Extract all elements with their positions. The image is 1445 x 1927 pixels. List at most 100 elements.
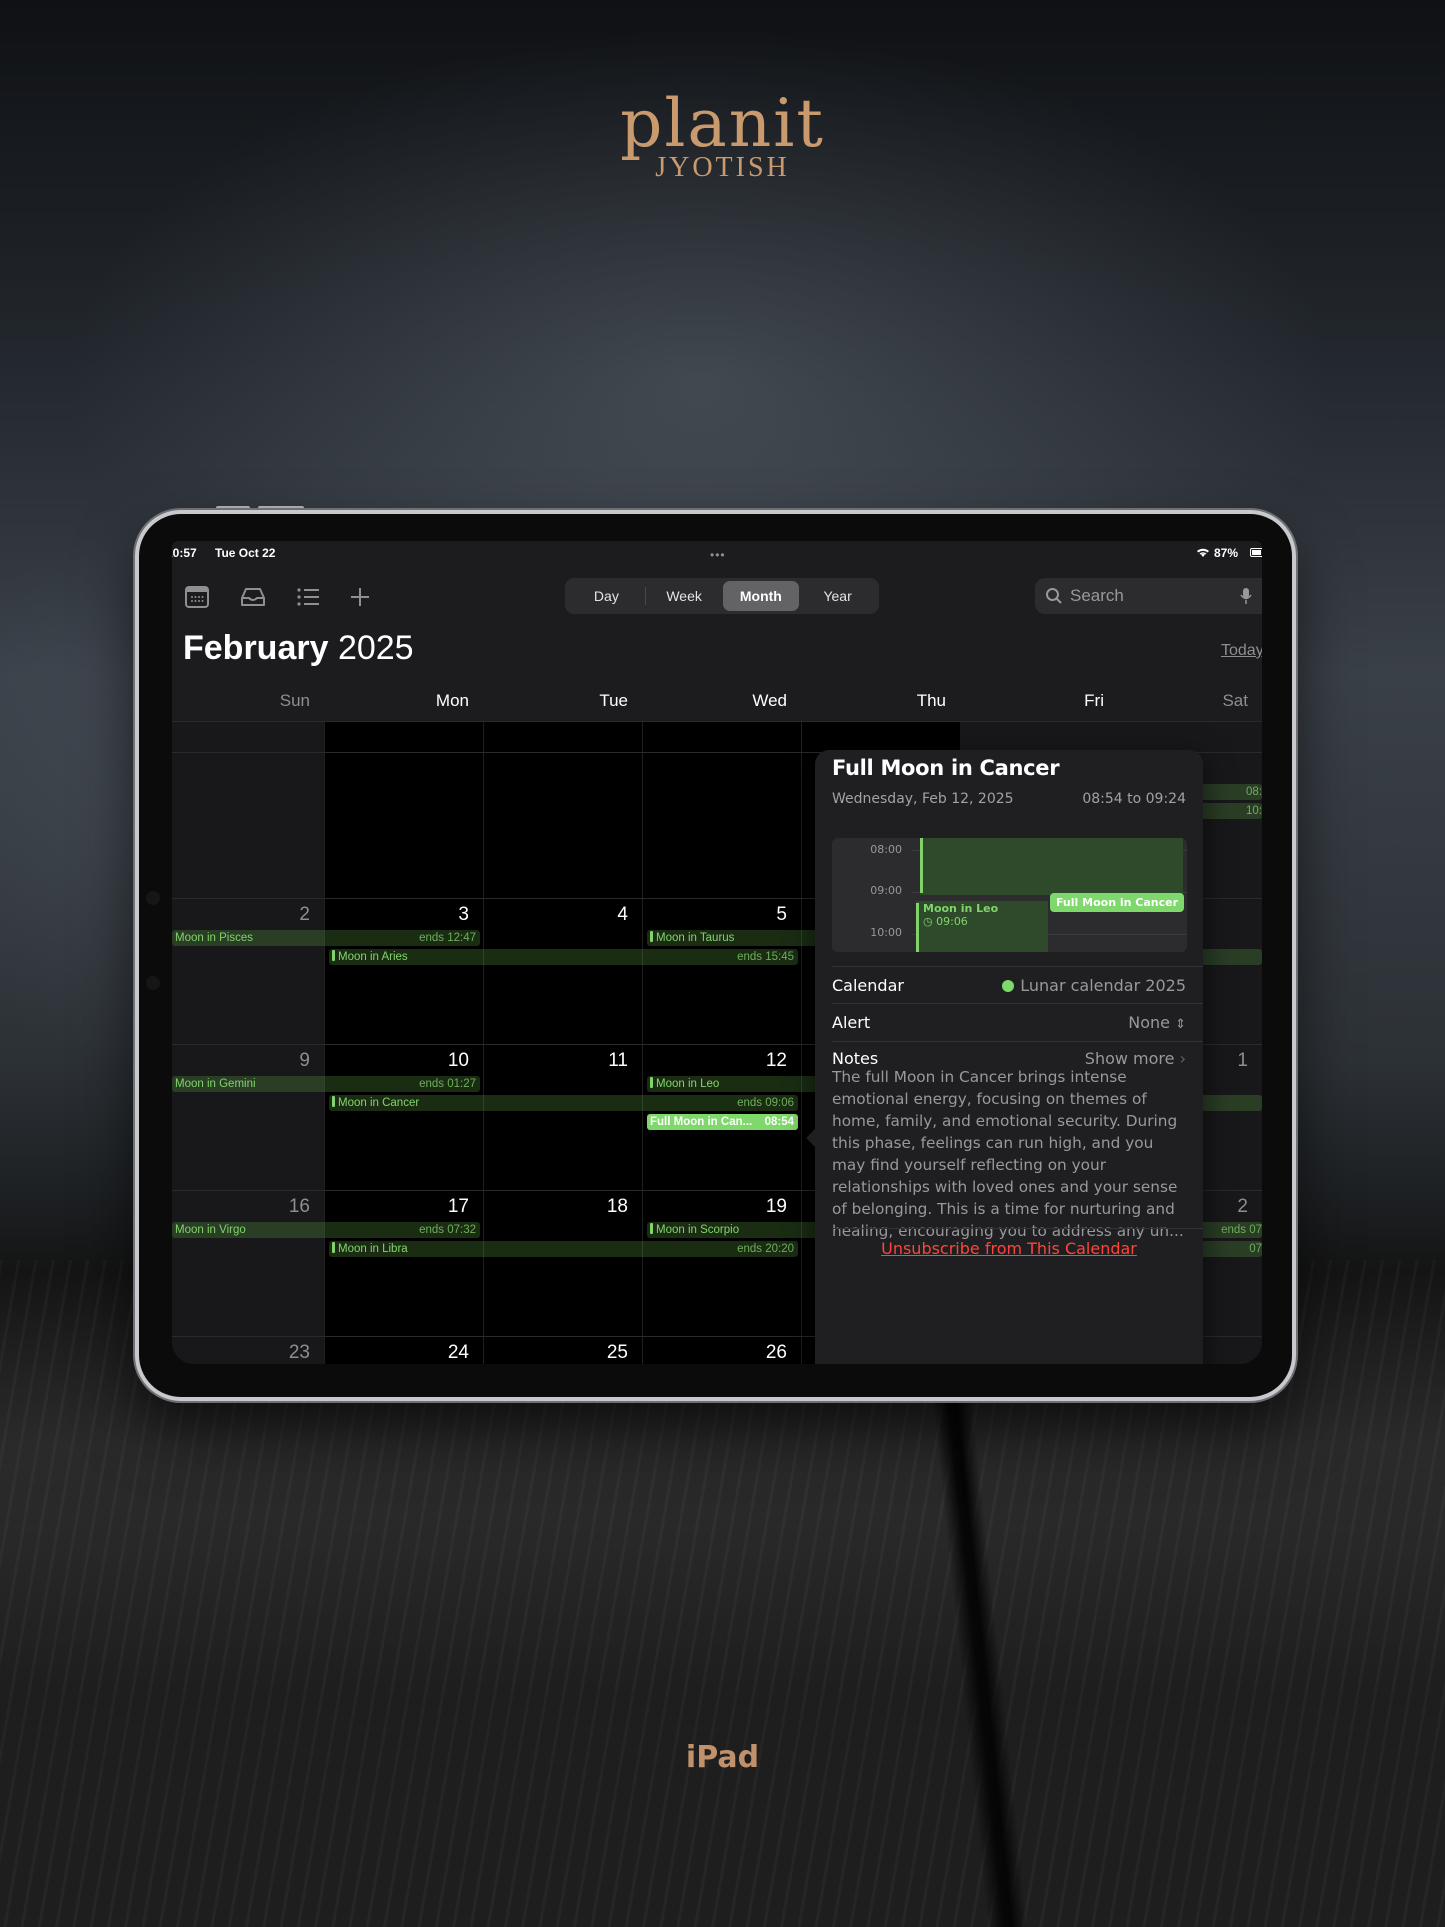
day-number[interactable]: 11 xyxy=(568,1050,628,1072)
calendar-icon[interactable] xyxy=(183,583,211,611)
day-number[interactable]: 26 xyxy=(727,1342,787,1364)
event-title: Full Moon in Cancer xyxy=(832,756,1060,780)
view-segmented-control: Day Week Month Year xyxy=(565,578,879,614)
hour-label: 09:00 xyxy=(870,884,902,897)
unsubscribe-button[interactable]: Unsubscribe from This Calendar xyxy=(815,1239,1203,1258)
page-title: February 2025 xyxy=(183,629,414,668)
day-column-bg xyxy=(483,721,642,1364)
event-bar[interactable]: Moon in Aries ends 15:45 xyxy=(329,949,798,965)
event-bar[interactable]: Moon in Gemini ends 01:27 xyxy=(172,1076,480,1092)
search-icon xyxy=(1046,588,1062,604)
event-end-time: 08:54 xyxy=(764,1116,794,1128)
notes-line: emotional energy, focusing on themes of xyxy=(832,1090,1147,1108)
column-divider xyxy=(801,721,802,1364)
notes-text: The full Moon in Cancer brings intense em… xyxy=(832,1066,1184,1242)
day-number[interactable]: 5 xyxy=(727,904,787,926)
weekday-fri: Fri xyxy=(1084,691,1104,710)
day-number[interactable]: 18 xyxy=(568,1196,628,1218)
device-label: iPad xyxy=(685,1740,760,1775)
ipad-screen: 10:57 Tue Oct 22 ••• 87% Day Week Month … xyxy=(172,541,1262,1364)
notes-line: of belonging. This is a time for nurturi… xyxy=(832,1200,1175,1218)
day-number[interactable]: 23 xyxy=(250,1342,310,1364)
moon-in-leo-label: Moon in Leo xyxy=(923,902,999,915)
event-marker xyxy=(332,1096,335,1107)
event-end-time: 10: xyxy=(1246,805,1262,817)
microphone-icon[interactable] xyxy=(1240,587,1252,605)
event-bar[interactable]: Moon in Virgo ends 07:32 xyxy=(172,1222,480,1238)
event-end-time: ends 07 xyxy=(1221,1224,1262,1236)
sensor-dot xyxy=(146,976,160,990)
event-bar[interactable]: Moon in Cancer ends 09:06 xyxy=(329,1095,798,1111)
weekday-sat: Sat xyxy=(1222,691,1248,710)
tab-day[interactable]: Day xyxy=(568,581,645,611)
planit-logo: planit xyxy=(620,85,825,162)
today-button[interactable]: Today xyxy=(1221,642,1262,660)
tab-month[interactable]: Month xyxy=(722,581,800,611)
weekday-wed: Wed xyxy=(752,691,787,710)
event-full-moon[interactable]: Full Moon in Can... 08:54 xyxy=(647,1114,798,1130)
selected-event-pill[interactable]: Full Moon in Cancer xyxy=(1050,893,1184,912)
day-number[interactable]: 3 xyxy=(409,904,469,926)
weekday-sun: Sun xyxy=(279,691,310,710)
year: 2025 xyxy=(337,629,414,667)
event-end-time: 07 xyxy=(1249,1243,1262,1255)
hour-label: 10:00 xyxy=(870,926,902,939)
column-divider xyxy=(324,721,325,1364)
day-number[interactable]: 24 xyxy=(409,1342,469,1364)
day-number[interactable]: 12 xyxy=(727,1050,787,1072)
calendar-row[interactable]: Calendar Lunar calendar 2025 xyxy=(832,976,1203,995)
alert-row[interactable]: Alert None ⇕ xyxy=(832,1013,1203,1032)
search-field[interactable]: Search xyxy=(1035,578,1262,614)
tab-week[interactable]: Week xyxy=(646,581,723,611)
divider xyxy=(832,1003,1203,1004)
event-end-time: ends 12:47 xyxy=(419,932,476,944)
event-label: Moon in Libra xyxy=(338,1243,408,1255)
notes-line: relationships with loved ones and your s… xyxy=(832,1178,1178,1196)
hour-label: 08:00 xyxy=(870,843,902,856)
day-number[interactable]: 17 xyxy=(409,1196,469,1218)
day-number[interactable]: 4 xyxy=(568,904,628,926)
day-number[interactable]: 25 xyxy=(568,1342,628,1364)
search-placeholder: Search xyxy=(1070,586,1124,605)
event-marker xyxy=(650,931,653,942)
notes-line: this phase, feelings can run high, and y… xyxy=(832,1134,1154,1152)
inbox-icon[interactable] xyxy=(239,583,267,611)
event-label: Moon in Pisces xyxy=(175,932,253,944)
list-icon[interactable] xyxy=(294,583,322,611)
wifi-icon xyxy=(1197,548,1209,557)
day-number[interactable]: 16 xyxy=(250,1196,310,1218)
event-end-time: ends 15:45 xyxy=(737,951,794,963)
day-number[interactable]: 2 xyxy=(250,904,310,926)
event-label: Moon in Virgo xyxy=(175,1224,246,1236)
moon-in-leo-block[interactable]: Moon in Leo ◷ 09:06 xyxy=(916,901,1048,952)
event-marker xyxy=(332,950,335,961)
battery-icon xyxy=(1250,548,1262,557)
status-date: Tue Oct 22 xyxy=(215,546,276,560)
plus-icon[interactable] xyxy=(346,583,374,611)
calendar-color-dot xyxy=(1002,980,1015,992)
jyotish-logo-subtitle: JYOTISH xyxy=(655,152,790,183)
multitasking-dots-icon[interactable]: ••• xyxy=(710,548,726,562)
event-bar[interactable]: Moon in Libra ends 20:20 xyxy=(329,1241,798,1257)
tab-year[interactable]: Year xyxy=(799,581,876,611)
notes-line: The full Moon in Cancer brings intense xyxy=(832,1068,1127,1086)
event-label: Full Moon in Can... xyxy=(650,1116,753,1128)
weekday-thu: Thu xyxy=(916,691,946,710)
event-bar[interactable]: Moon in Pisces ends 12:47 xyxy=(172,930,480,946)
day-number[interactable]: 10 xyxy=(409,1050,469,1072)
alert-value: None xyxy=(1128,1013,1170,1032)
weekday-mon: Mon xyxy=(435,691,469,710)
month-name: February xyxy=(183,629,329,667)
day-number[interactable]: 19 xyxy=(727,1196,787,1218)
divider xyxy=(832,966,1203,967)
status-time: 10:57 xyxy=(172,546,197,560)
event-end-time: 08: xyxy=(1246,786,1262,798)
moon-in-cancer-block[interactable] xyxy=(920,838,1183,895)
divider xyxy=(832,1228,1203,1229)
event-label: Moon in Cancer xyxy=(338,1097,420,1109)
calendar-value: Lunar calendar 2025 xyxy=(1020,976,1186,995)
event-label: Moon in Gemini xyxy=(175,1078,256,1090)
day-number[interactable]: 9 xyxy=(250,1050,310,1072)
day-column-bg xyxy=(172,721,324,1364)
calendar-label: Calendar xyxy=(832,976,904,995)
